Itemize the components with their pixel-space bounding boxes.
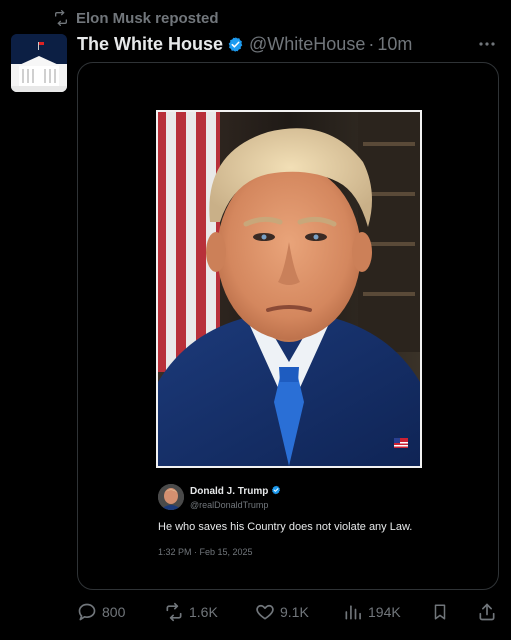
views-count: 194K (368, 604, 401, 620)
like-count: 9.1K (280, 604, 309, 620)
reply-button[interactable]: 800 (77, 600, 125, 624)
verified-badge-icon (227, 36, 244, 53)
repost-button[interactable]: 1.6K (164, 600, 218, 624)
reply-count: 800 (102, 604, 126, 620)
post-timestamp[interactable]: 10m (377, 34, 412, 55)
verified-badge-icon (271, 485, 281, 498)
repost-icon (52, 10, 70, 26)
author-handle[interactable]: @WhiteHouse (249, 34, 365, 55)
repost-count: 1.6K (189, 604, 218, 620)
portrait-image[interactable] (156, 110, 422, 468)
media-card[interactable]: Donald J. Trump @realDonaldTrump He who … (77, 62, 499, 590)
more-icon (478, 34, 496, 52)
bookmark-icon (431, 602, 449, 622)
author-avatar[interactable] (11, 34, 67, 92)
share-icon (477, 602, 497, 622)
quoted-author-name: Donald J. Trump (190, 486, 269, 497)
quoted-author-row[interactable]: Donald J. Trump @realDonaldTrump (158, 484, 281, 510)
repost-icon (164, 602, 184, 622)
like-button[interactable]: 9.1K (255, 600, 309, 624)
bookmark-button[interactable] (431, 600, 449, 624)
views-button[interactable]: 194K (343, 600, 401, 624)
more-options-button[interactable] (477, 36, 497, 50)
reply-icon (77, 602, 97, 622)
quoted-author-avatar[interactable] (158, 484, 184, 510)
heart-icon (255, 602, 275, 622)
quoted-post-text: He who saves his Country does not violat… (158, 521, 413, 533)
quoted-author-handle: @realDonaldTrump (190, 500, 269, 510)
share-button[interactable] (477, 600, 497, 624)
repost-label: Elon Musk reposted (76, 9, 219, 27)
post-header: The White House @WhiteHouse · 10m (77, 32, 412, 56)
author-name[interactable]: The White House (77, 34, 223, 55)
repost-context[interactable]: Elon Musk reposted (52, 8, 219, 28)
separator-dot: · (368, 33, 375, 54)
views-icon (343, 602, 363, 622)
quoted-post-timestamp: 1:32 PM · Feb 15, 2025 (158, 547, 253, 557)
action-bar: 800 1.6K 9.1K 194K (77, 600, 501, 624)
